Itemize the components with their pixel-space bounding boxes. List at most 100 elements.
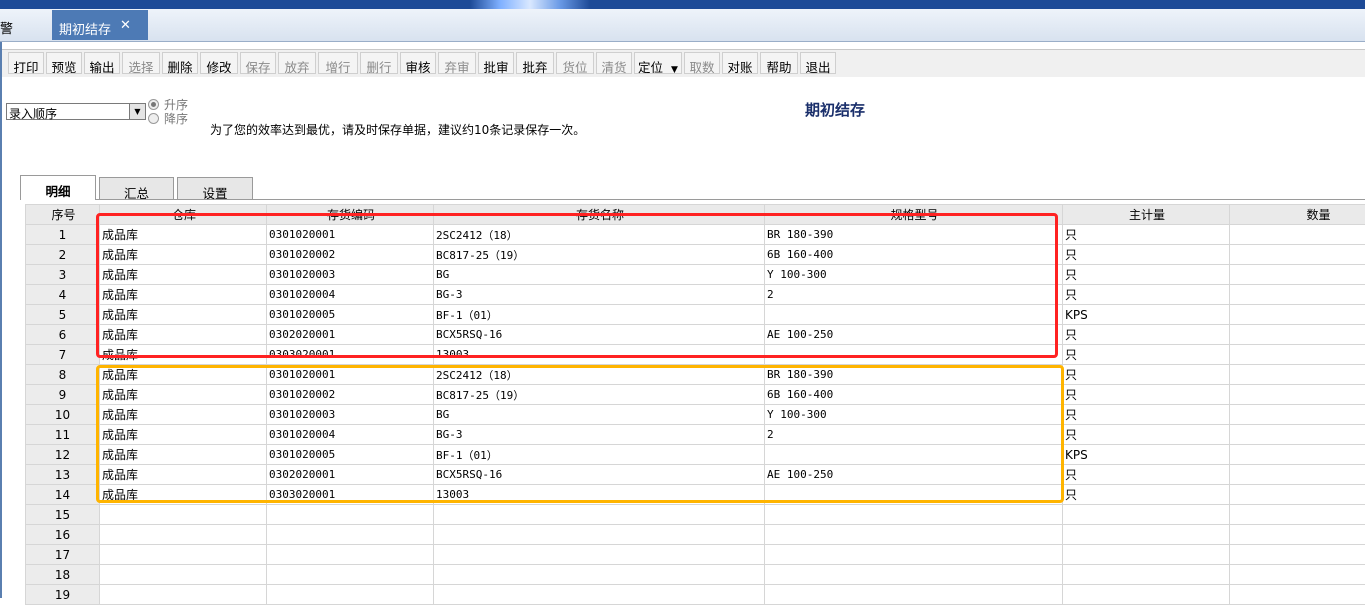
table-row[interactable]: 11成品库0301020004BG-32只10 — [26, 425, 1365, 445]
row-number[interactable]: 9 — [26, 385, 100, 405]
toolbar-button-9[interactable]: 删行 — [360, 52, 398, 74]
warehouse-cell[interactable]: 成品库 — [100, 485, 267, 505]
toolbar-button-20[interactable]: 退出 — [800, 52, 836, 74]
item-name-cell[interactable] — [434, 565, 765, 585]
quantity-cell[interactable]: 10 — [1230, 485, 1365, 505]
toolbar-button-18[interactable]: 对账 — [722, 52, 758, 74]
item-code-cell[interactable] — [267, 585, 434, 605]
spec-cell[interactable]: AE 100-250 — [765, 325, 1063, 345]
item-name-cell[interactable]: BC817-25（19） — [434, 385, 765, 405]
toolbar-button-12[interactable]: 批审 — [478, 52, 514, 74]
close-icon[interactable]: ✕ — [120, 18, 131, 33]
item-name-cell[interactable] — [434, 545, 765, 565]
quantity-cell[interactable]: 10 — [1230, 305, 1365, 325]
item-code-cell[interactable]: 0301020003 — [267, 265, 434, 285]
table-row[interactable]: 1成品库03010200012SC2412（18）BR 180-390只10 — [26, 225, 1365, 245]
table-row[interactable]: 17 — [26, 545, 1365, 565]
column-header-unit[interactable]: 主计量 — [1063, 205, 1230, 225]
warehouse-cell[interactable]: 成品库 — [100, 445, 267, 465]
unit-cell[interactable]: 只 — [1063, 465, 1230, 485]
table-row[interactable]: 10成品库0301020003BGY 100-300只10 — [26, 405, 1365, 425]
item-name-cell[interactable]: BCX5RSQ-16 — [434, 325, 765, 345]
spec-cell[interactable]: BR 180-390 — [765, 225, 1063, 245]
spec-cell[interactable] — [765, 445, 1063, 465]
item-name-cell[interactable]: 2SC2412（18） — [434, 225, 765, 245]
item-name-cell[interactable]: BCX5RSQ-16 — [434, 465, 765, 485]
row-number[interactable]: 6 — [26, 325, 100, 345]
item-name-cell[interactable] — [434, 505, 765, 525]
table-row[interactable]: 2成品库0301020002BC817-25（19）6B 160-400只10 — [26, 245, 1365, 265]
row-number[interactable]: 1 — [26, 225, 100, 245]
table-row[interactable]: 5成品库0301020005BF-1（01）KPS10 — [26, 305, 1365, 325]
toolbar-button-17[interactable]: 取数 — [684, 52, 720, 74]
column-header-item-name[interactable]: 存货名称 — [434, 205, 765, 225]
spec-cell[interactable]: BR 180-390 — [765, 365, 1063, 385]
row-number[interactable]: 17 — [26, 545, 100, 565]
quantity-cell[interactable]: 10 — [1230, 405, 1365, 425]
table-row[interactable]: 16 — [26, 525, 1365, 545]
toolbar-button-11[interactable]: 弃审 — [438, 52, 476, 74]
spec-cell[interactable] — [765, 525, 1063, 545]
partial-window-tab[interactable]: 警 — [0, 18, 13, 37]
item-code-cell[interactable]: 0302020001 — [267, 325, 434, 345]
toolbar-button-16[interactable]: 定位▼ — [634, 52, 682, 74]
toolbar-button-0[interactable]: 打印 — [8, 52, 44, 74]
unit-cell[interactable] — [1063, 545, 1230, 565]
toolbar-button-7[interactable]: 放弃 — [278, 52, 316, 74]
warehouse-cell[interactable]: 成品库 — [100, 245, 267, 265]
row-number[interactable]: 5 — [26, 305, 100, 325]
spec-cell[interactable] — [765, 545, 1063, 565]
row-number[interactable]: 4 — [26, 285, 100, 305]
item-code-cell[interactable]: 0301020002 — [267, 245, 434, 265]
row-number[interactable]: 10 — [26, 405, 100, 425]
quantity-cell[interactable] — [1230, 545, 1365, 565]
spec-cell[interactable] — [765, 585, 1063, 605]
warehouse-cell[interactable]: 成品库 — [100, 325, 267, 345]
item-name-cell[interactable]: BG — [434, 405, 765, 425]
warehouse-cell[interactable]: 成品库 — [100, 345, 267, 365]
table-row[interactable]: 19 — [26, 585, 1365, 605]
warehouse-cell[interactable] — [100, 505, 267, 525]
unit-cell[interactable]: 只 — [1063, 345, 1230, 365]
column-header-row-number[interactable]: 序号 — [26, 205, 100, 225]
warehouse-cell[interactable] — [100, 545, 267, 565]
table-row[interactable]: 15 — [26, 505, 1365, 525]
item-code-cell[interactable] — [267, 505, 434, 525]
table-row[interactable]: 9成品库0301020002BC817-25（19）6B 160-400只10 — [26, 385, 1365, 405]
row-number[interactable]: 11 — [26, 425, 100, 445]
item-name-cell[interactable] — [434, 585, 765, 605]
row-number[interactable]: 12 — [26, 445, 100, 465]
table-row[interactable]: 3成品库0301020003BGY 100-300只10 — [26, 265, 1365, 285]
row-number[interactable]: 2 — [26, 245, 100, 265]
unit-cell[interactable]: 只 — [1063, 385, 1230, 405]
warehouse-cell[interactable]: 成品库 — [100, 425, 267, 445]
warehouse-cell[interactable] — [100, 525, 267, 545]
row-number[interactable]: 7 — [26, 345, 100, 365]
spec-cell[interactable]: 2 — [765, 285, 1063, 305]
unit-cell[interactable]: 只 — [1063, 405, 1230, 425]
item-code-cell[interactable]: 0301020004 — [267, 425, 434, 445]
item-code-cell[interactable]: 0303020001 — [267, 485, 434, 505]
unit-cell[interactable]: 只 — [1063, 285, 1230, 305]
column-header-quantity[interactable]: 数量 — [1230, 205, 1365, 225]
tab-summary[interactable]: 汇总 — [99, 177, 174, 199]
table-row[interactable]: 8成品库03010200012SC2412（18）BR 180-390只10 — [26, 365, 1365, 385]
spec-cell[interactable] — [765, 485, 1063, 505]
warehouse-cell[interactable]: 成品库 — [100, 405, 267, 425]
window-tab-opening-balance[interactable]: 期初结存 ✕ — [52, 10, 148, 40]
quantity-cell[interactable] — [1230, 525, 1365, 545]
row-number[interactable]: 19 — [26, 585, 100, 605]
spec-cell[interactable] — [765, 505, 1063, 525]
quantity-cell[interactable] — [1230, 565, 1365, 585]
toolbar-button-14[interactable]: 货位 — [556, 52, 594, 74]
warehouse-cell[interactable]: 成品库 — [100, 285, 267, 305]
column-header-warehouse[interactable]: 仓库 — [100, 205, 267, 225]
row-number[interactable]: 15 — [26, 505, 100, 525]
radio-ascending-indicator[interactable] — [148, 99, 159, 110]
quantity-cell[interactable]: 10 — [1230, 445, 1365, 465]
quantity-cell[interactable]: 10 — [1230, 265, 1365, 285]
warehouse-cell[interactable]: 成品库 — [100, 225, 267, 245]
spec-cell[interactable] — [765, 345, 1063, 365]
item-code-cell[interactable]: 0301020001 — [267, 365, 434, 385]
spec-cell[interactable]: 2 — [765, 425, 1063, 445]
